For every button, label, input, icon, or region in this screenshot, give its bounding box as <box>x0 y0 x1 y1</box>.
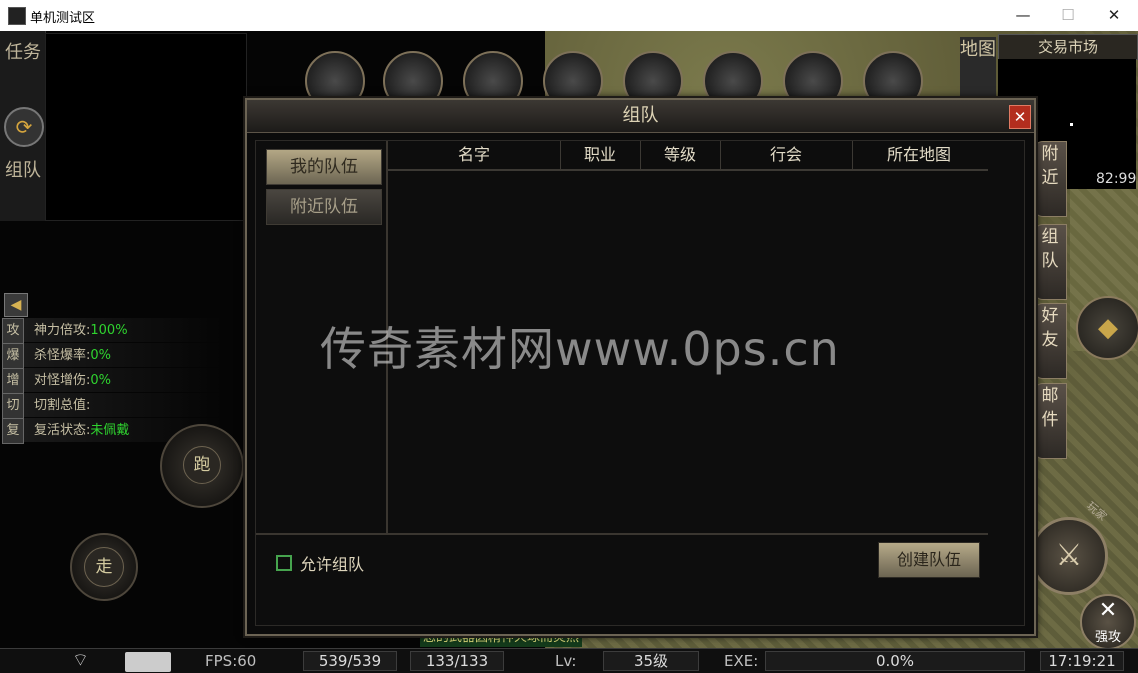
close-window-icon[interactable]: ✕ <box>1103 5 1125 25</box>
stat-row: 切切割总值: <box>2 393 222 419</box>
level-value: 35级 <box>603 651 699 671</box>
column-name: 名字 <box>388 141 561 169</box>
divider <box>256 533 988 535</box>
stat-label: 对怪增伤: <box>34 373 91 388</box>
stat-label: 杀怪爆率: <box>34 348 91 363</box>
app-icon <box>8 7 26 25</box>
tab-map[interactable]: 地图 <box>960 37 996 97</box>
joystick-walk[interactable]: 走 <box>70 533 138 601</box>
status-bar: ⌔ FPS:60 539/539 133/133 Lv: 35级 EXE: 0.… <box>0 648 1138 673</box>
quest-panel <box>45 33 247 221</box>
dialog-body: 我的队伍 附近队伍 名字 职业 等级 行会 所在地图 允许组队 创建队伍 <box>255 140 1025 626</box>
stat-label: 复活状态: <box>34 423 91 438</box>
diamond-menu-icon[interactable]: ◆ <box>1076 296 1138 360</box>
stats-panel: 攻神力倍攻:100% 爆杀怪爆率:0% 增对怪增伤:0% 切切割总值: 复复活状… <box>2 318 222 444</box>
close-icon[interactable]: ✕ <box>1009 105 1031 129</box>
stat-value: 100% <box>90 323 128 338</box>
create-team-button[interactable]: 创建队伍 <box>878 542 980 578</box>
stat-tag: 复 <box>2 418 24 444</box>
tab-team[interactable]: 组队 <box>5 159 41 183</box>
tab-nearby-team[interactable]: 附近队伍 <box>266 189 382 225</box>
tab-my-team[interactable]: 我的队伍 <box>266 149 382 185</box>
column-map: 所在地图 <box>886 145 951 164</box>
stat-row: 攻神力倍攻:100% <box>2 318 222 344</box>
fps-counter: FPS:60 <box>205 652 257 670</box>
column-level: 等级 <box>640 141 721 169</box>
minimize-icon[interactable]: — <box>1012 5 1034 25</box>
refresh-icon[interactable]: ⟳ <box>4 107 44 147</box>
walk-button[interactable]: 走 <box>84 547 124 587</box>
stat-row: 增对怪增伤:0% <box>2 368 222 394</box>
side-tab-team[interactable]: 组队 <box>1033 224 1067 300</box>
team-table-header: 名字 职业 等级 行会 所在地图 <box>388 141 988 171</box>
dialog-title: 组队 <box>622 105 659 126</box>
clock: 17:19:21 <box>1040 651 1124 671</box>
collapse-arrow-icon[interactable]: ◀ <box>4 293 28 317</box>
side-tab-mail[interactable]: 邮件 <box>1033 383 1067 459</box>
player-dot <box>1070 123 1073 126</box>
dialog-header: 组队 ✕ <box>247 100 1034 133</box>
window-title: 单机测试区 <box>30 11 96 26</box>
mp-value: 133/133 <box>410 651 504 671</box>
battery-icon <box>125 652 171 672</box>
stat-row: 爆杀怪爆率:0% <box>2 343 222 369</box>
stat-tag: 爆 <box>2 343 24 369</box>
stat-tag: 增 <box>2 368 24 394</box>
attack-sword-icon[interactable]: ⚔ <box>1030 517 1108 595</box>
map-name: 交易市场 <box>998 34 1138 60</box>
watermark-text: 传奇素材网www.0ps.cn <box>320 322 840 376</box>
stat-value: 0% <box>90 348 112 363</box>
stat-label: 神力倍攻: <box>34 323 91 338</box>
run-button[interactable]: 跑 <box>183 446 221 484</box>
map-coordinates: 82:99 <box>1096 171 1137 187</box>
column-guild: 行会 <box>720 141 853 169</box>
stat-tag: 切 <box>2 393 24 419</box>
allow-team-checkbox[interactable] <box>276 555 292 571</box>
column-class: 职业 <box>560 141 641 169</box>
allow-team-label: 允许组队 <box>300 555 365 574</box>
side-tab-nearby[interactable]: 附近 <box>1033 141 1067 217</box>
side-tab-friends[interactable]: 好友 <box>1033 303 1067 379</box>
wifi-icon: ⌔ <box>72 650 89 671</box>
game-viewport: 任务 ⟳ 组队 ◀ 攻神力倍攻:100% 爆杀怪爆率:0% 增对怪增伤:0% 切… <box>0 31 1138 673</box>
tab-quest[interactable]: 任务 <box>5 41 41 65</box>
maximize-icon[interactable]: ☐ <box>1057 5 1079 25</box>
stat-tag: 攻 <box>2 318 24 344</box>
stat-value: 未佩戴 <box>90 423 130 438</box>
strong-attack-label: 强攻 <box>1094 630 1121 645</box>
hp-value: 539/539 <box>303 651 397 671</box>
crossed-axes-icon: ✕ <box>1098 598 1118 623</box>
window-titlebar: 单机测试区 — ☐ ✕ <box>0 0 1138 32</box>
stat-value: 0% <box>90 373 112 388</box>
level-label: Lv: <box>555 652 577 670</box>
exp-label: EXE: <box>724 652 759 670</box>
stat-label: 切割总值: <box>34 398 91 413</box>
exp-value: 0.0% <box>765 651 1025 671</box>
left-tab-panel: 任务 ⟳ 组队 <box>0 31 46 221</box>
joystick-run[interactable]: 跑 <box>160 424 244 508</box>
strong-attack-button[interactable]: ✕ 强攻 <box>1080 594 1136 650</box>
